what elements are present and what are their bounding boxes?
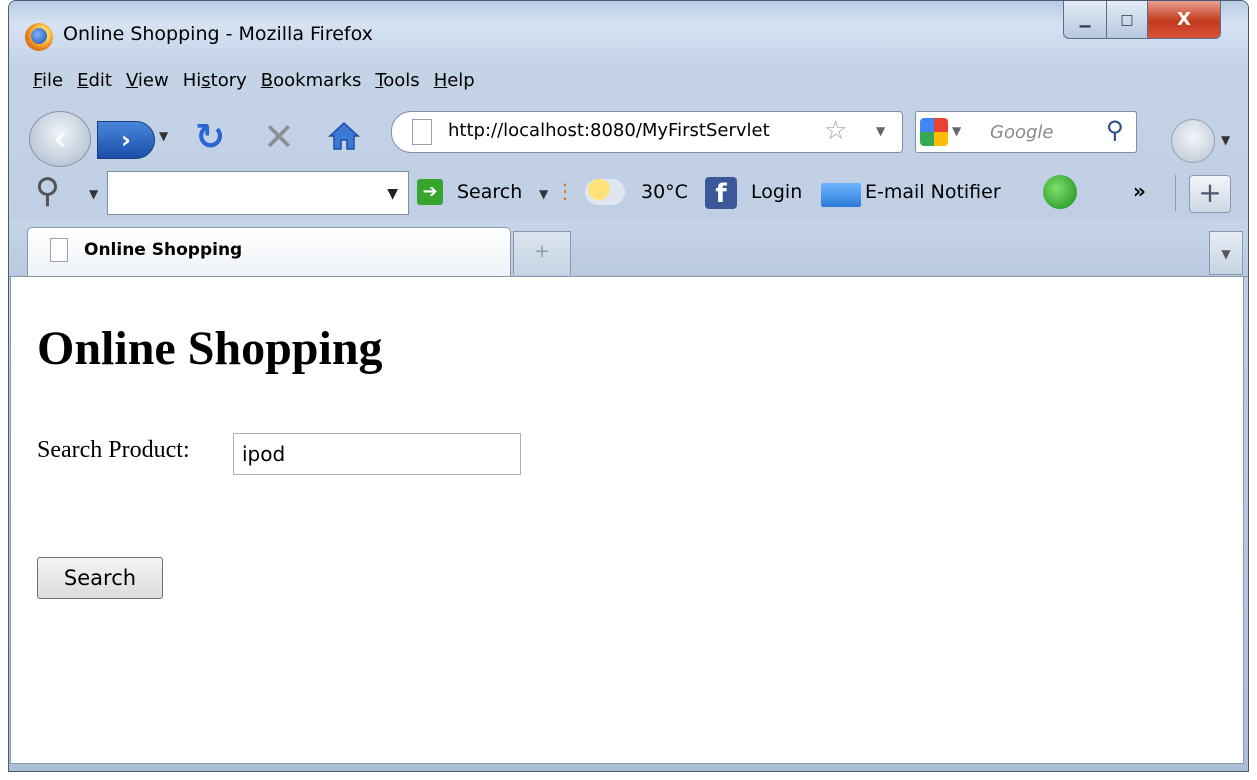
toolbar-divider (1175, 175, 1176, 211)
close-button[interactable]: X (1147, 1, 1221, 39)
tab-page-icon (50, 238, 68, 262)
menu-edit[interactable]: Edit (77, 70, 112, 91)
plus-icon: + (1198, 176, 1222, 209)
menu-help[interactable]: Help (434, 70, 475, 91)
toolbar-search-button[interactable]: Search (457, 181, 522, 203)
page-content: Online Shopping Search Product: Search (10, 276, 1244, 764)
title-bar: Online Shopping - Mozilla Firefox ▁ □ X (9, 1, 1248, 59)
forward-button[interactable]: › (97, 121, 155, 159)
email-notifier-button[interactable]: E-mail Notifier (865, 181, 1001, 203)
address-bar[interactable]: http://localhost:8080/MyFirstServlet ☆ ▼ (391, 111, 903, 153)
tab-list-dropdown-icon: ▼ (1221, 247, 1231, 261)
menu-view[interactable]: View (126, 70, 169, 91)
toolbar-magnifier-icon[interactable]: ⚲ (35, 171, 60, 211)
toolbar-search-input[interactable]: ▼ (107, 171, 409, 215)
maximize-icon: □ (1120, 11, 1134, 28)
google-icon[interactable] (920, 118, 948, 146)
search-engine-box[interactable]: ▼ Google ⚲ (915, 111, 1137, 153)
menu-file[interactable]: File (33, 70, 63, 91)
engine-dropdown-icon[interactable]: ▼ (952, 124, 961, 138)
menu-history[interactable]: History (183, 70, 247, 91)
back-arrow-icon: ‹ (53, 119, 67, 159)
menu-tools[interactable]: Tools (375, 70, 419, 91)
toolbar-separator-icon: ⋮ (555, 179, 575, 203)
toolbar-magnifier-dropdown-icon[interactable]: ▼ (89, 187, 98, 201)
back-button[interactable]: ‹ (29, 111, 91, 167)
addon-toolbar: ⚲ ▼ ▼ ➔ Search ▼ ⋮ 30°C f Login E-mail N… (9, 163, 1248, 219)
tab-list-button[interactable]: ▼ (1209, 231, 1243, 275)
window-bottom-edge (0, 772, 1257, 780)
search-product-input[interactable] (233, 433, 521, 475)
tab-strip: Online Shopping + ▼ (9, 219, 1248, 277)
page-title: Online Shopping (37, 322, 383, 375)
reload-icon[interactable]: ↻ (195, 117, 225, 158)
close-icon: X (1177, 9, 1191, 30)
addon-dropdown-icon[interactable]: ▼ (1221, 133, 1230, 147)
temperature[interactable]: 30°C (641, 181, 688, 203)
new-tab-button[interactable]: + (513, 231, 571, 275)
tab-online-shopping[interactable]: Online Shopping (27, 227, 511, 277)
firefox-icon (25, 23, 53, 51)
search-engine-placeholder: Google (990, 122, 1054, 143)
search-magnifier-icon[interactable]: ⚲ (1106, 116, 1124, 144)
bookmark-star-icon[interactable]: ☆ (824, 116, 847, 146)
minimize-icon: ▁ (1079, 11, 1091, 28)
minimize-button[interactable]: ▁ (1063, 1, 1107, 39)
window-title: Online Shopping - Mozilla Firefox (63, 23, 373, 45)
menu-bookmarks[interactable]: Bookmarks (261, 70, 362, 91)
toolbar-overflow-button[interactable]: » (1133, 179, 1146, 203)
url-text[interactable]: http://localhost:8080/MyFirstServlet (448, 120, 770, 141)
forward-arrow-icon: › (121, 126, 131, 154)
home-icon[interactable] (327, 119, 361, 153)
new-tab-icon: + (534, 241, 550, 262)
search-product-label: Search Product: (37, 437, 190, 463)
search-button[interactable]: Search (37, 557, 163, 599)
weather-icon[interactable] (585, 179, 625, 205)
history-dropdown-icon[interactable]: ▼ (159, 129, 168, 143)
facebook-login-button[interactable]: Login (751, 181, 802, 203)
addon-button[interactable] (1171, 119, 1215, 163)
stop-icon[interactable]: ✕ (263, 115, 295, 159)
toolbar-input-dropdown-icon[interactable]: ▼ (387, 186, 398, 202)
page-icon (412, 119, 432, 145)
toolbar-search-dropdown-icon[interactable]: ▼ (539, 187, 548, 201)
tab-label: Online Shopping (84, 240, 243, 260)
navigation-toolbar: ‹ › ▼ ↻ ✕ http://localhost:8080/MyFirstS… (9, 101, 1248, 167)
maximize-button[interactable]: □ (1106, 1, 1148, 39)
url-dropdown-icon[interactable]: ▼ (876, 124, 885, 138)
facebook-icon[interactable]: f (705, 177, 737, 209)
add-toolbar-button[interactable]: + (1189, 175, 1231, 213)
green-addon-icon[interactable] (1043, 175, 1077, 209)
mail-icon[interactable] (821, 183, 861, 207)
menu-bar: File Edit View History Bookmarks Tools H… (9, 63, 1248, 97)
toolbar-search-go-icon[interactable]: ➔ (417, 179, 443, 205)
